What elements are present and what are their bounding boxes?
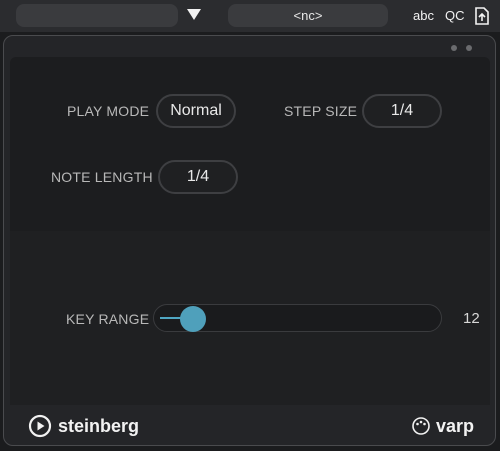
step-size-label: STEP SIZE [284,103,358,119]
toolbar: <nc> abc QC [0,0,500,32]
export-icon[interactable] [474,6,490,26]
key-range-label: KEY RANGE [66,311,150,327]
step-size-selector[interactable]: 1/4 [362,94,442,128]
steinberg-play-icon [28,414,52,438]
arp-settings-section [10,57,490,231]
preset-selector[interactable] [16,4,178,27]
quick-controls-button[interactable]: QC [445,8,465,24]
play-mode-selector[interactable]: Normal [156,94,236,128]
key-range-value: 12 [463,310,480,327]
key-range-handle[interactable] [179,306,206,332]
play-mode-label: PLAY MODE [67,103,150,119]
varp-plugin-name: varp [436,416,475,436]
note-length-selector[interactable]: 1/4 [158,160,238,194]
varp-palette-icon [412,417,430,435]
window-dot-icon[interactable] [466,45,472,51]
controller-selector[interactable]: <nc> [228,4,388,27]
steinberg-brand: steinberg [58,416,140,436]
note-length-label: NOTE LENGTH [51,169,153,185]
dropdown-arrow-icon[interactable] [187,9,201,20]
window-dot-icon[interactable] [451,45,457,51]
abc-button[interactable]: abc [413,8,434,24]
